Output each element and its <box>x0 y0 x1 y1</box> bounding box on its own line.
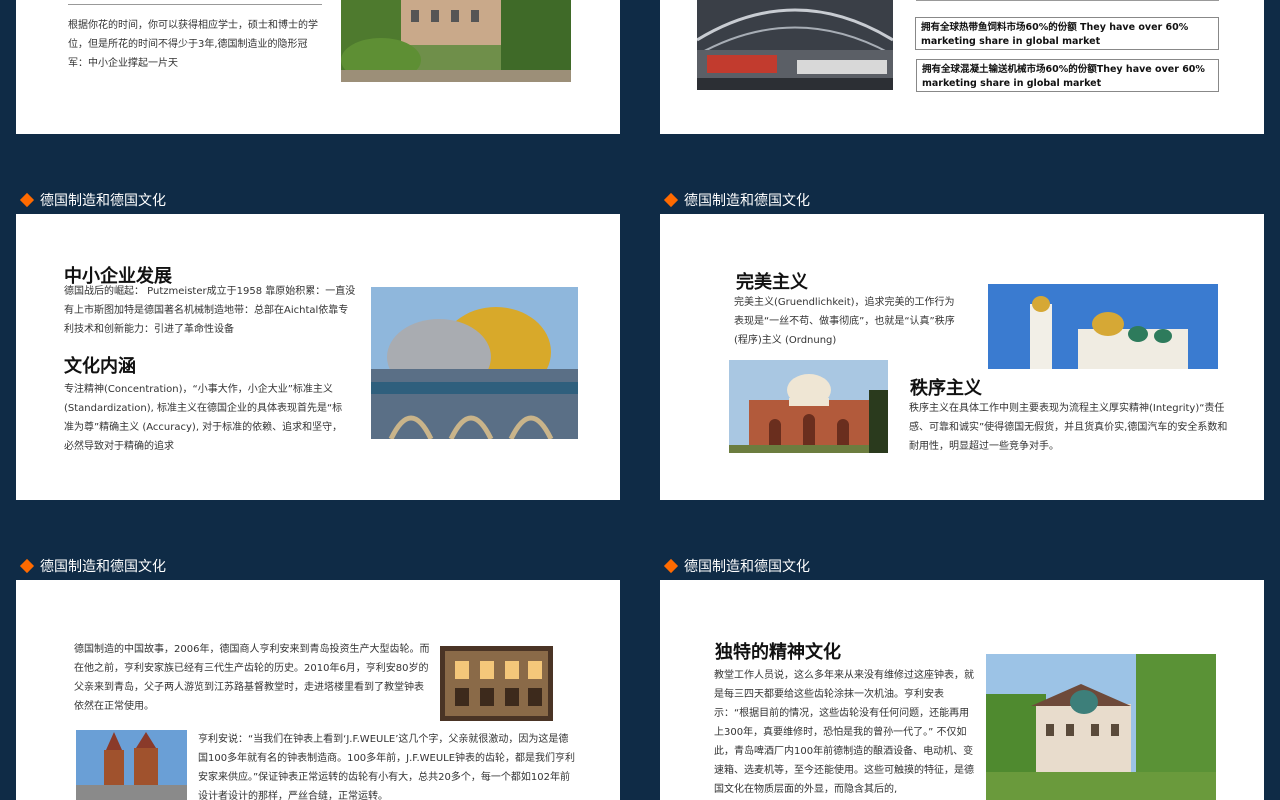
slide-header-title: 德国制造和德国文化 <box>684 193 810 209</box>
slide-header-title: 德国制造和德国文化 <box>40 559 166 575</box>
slide-header-title: 德国制造和德国文化 <box>40 193 166 209</box>
sme-development-text: 德国战后的崛起： Putzmeister成立于1958 靠原始积累：一直没有上市… <box>64 286 356 335</box>
story-text-2: 亨利安说：“当我们在钟表上看到‘J.F.WEULE’这几个字，父亲就很激动，因为… <box>198 734 576 800</box>
divider-line <box>68 4 322 5</box>
train-station-image <box>697 0 893 90</box>
slide1-text: 根据你花的时间，你可以获得相应学士，硕士和博士的学位，但是所花的时间不得少于3年… <box>68 20 318 69</box>
mughal-palace-image <box>729 360 888 453</box>
diamond-bullet-icon <box>19 192 35 208</box>
old-building-image <box>440 646 553 721</box>
cultural-connotation-text: 专注精神(Concentration)，“小事大作，小企大业”标准主义(Stan… <box>64 384 343 452</box>
slide-header: 德国制造和德国文化 <box>663 190 810 210</box>
slide-6[interactable]: 德国制造和德国文化 独特的精神文化 教堂工作人员说，这么多年来从来没有维修过这座… <box>644 524 1280 800</box>
golden-dome-image <box>371 287 578 439</box>
diamond-bullet-icon <box>663 558 679 574</box>
slide-card: 独特的精神文化 教堂工作人员说，这么多年来从来没有维修过这座钟表，就是每三四天都… <box>660 580 1264 800</box>
heading-cultural-connotation: 文化内涵 <box>64 356 136 377</box>
orderliness-text: 秩序主义在具体工作中则主要表现为流程主义厚实精神(Integrity)“责任感、… <box>909 403 1228 452</box>
slide-5[interactable]: 德国制造和德国文化 德国制造的中国故事，2006年，德国商人亨利安来到青岛投资生… <box>0 524 636 800</box>
market-share-box-1: 拥有全球热带鱼饲料市场60%的份额 They have over 60% mar… <box>915 17 1219 50</box>
slide-4[interactable]: 德国制造和德国文化 完美主义 完美主义(Gruendlichkeit)，追求完美… <box>644 158 1280 516</box>
unique-spirit-text: 教堂工作人员说，这么多年来从来没有维修过这座钟表，就是每三四天都要给这些齿轮涂抹… <box>714 670 974 795</box>
market-share-box-2: 拥有全球混凝土输送机械市场60%的份额They have over 60% ma… <box>916 59 1219 92</box>
slide-1[interactable]: 根据你花的时间，你可以获得相应学士，硕士和博士的学位，但是所花的时间不得少于3年… <box>0 0 636 150</box>
slide-header: 德国制造和德国文化 <box>19 556 166 576</box>
church-domes-image <box>988 284 1218 369</box>
castle-garden-image <box>341 0 571 82</box>
diamond-bullet-icon <box>19 558 35 574</box>
slide-card: 中小企业发展 德国战后的崛起： Putzmeister成立于1958 靠原始积累… <box>16 214 620 500</box>
heading-unique-spirit: 独特的精神文化 <box>715 642 841 663</box>
slide-header: 德国制造和德国文化 <box>663 556 810 576</box>
diamond-bullet-icon <box>663 192 679 208</box>
slide-3[interactable]: 德国制造和德国文化 中小企业发展 德国战后的崛起： Putzmeister成立于… <box>0 158 636 516</box>
slide-header: 德国制造和德国文化 <box>19 190 166 210</box>
divider-line <box>916 0 1219 1</box>
slide-header-title: 德国制造和德国文化 <box>684 559 810 575</box>
slide-2[interactable]: 拥有全球热带鱼饲料市场60%的份额 They have over 60% mar… <box>644 0 1280 150</box>
heading-perfectionism: 完美主义 <box>736 272 808 293</box>
heading-orderliness: 秩序主义 <box>910 378 982 399</box>
story-text-1: 德国制造的中国故事，2006年，德国商人亨利安来到青岛投资生产大型齿轮。而在他之… <box>74 644 430 712</box>
slide-card: 完美主义 完美主义(Gruendlichkeit)，追求完美的工作行为表现是“一… <box>660 214 1264 500</box>
cathedral-image <box>76 730 187 800</box>
castle-trees-image <box>986 654 1216 800</box>
perfectionism-text: 完美主义(Gruendlichkeit)，追求完美的工作行为表现是“一丝不苟、做… <box>734 297 955 346</box>
slide-card: 德国制造的中国故事，2006年，德国商人亨利安来到青岛投资生产大型齿轮。而在他之… <box>16 580 620 800</box>
slide-card: 根据你花的时间，你可以获得相应学士，硕士和博士的学位，但是所花的时间不得少于3年… <box>16 0 620 134</box>
slide-card: 拥有全球热带鱼饲料市场60%的份额 They have over 60% mar… <box>660 0 1264 134</box>
